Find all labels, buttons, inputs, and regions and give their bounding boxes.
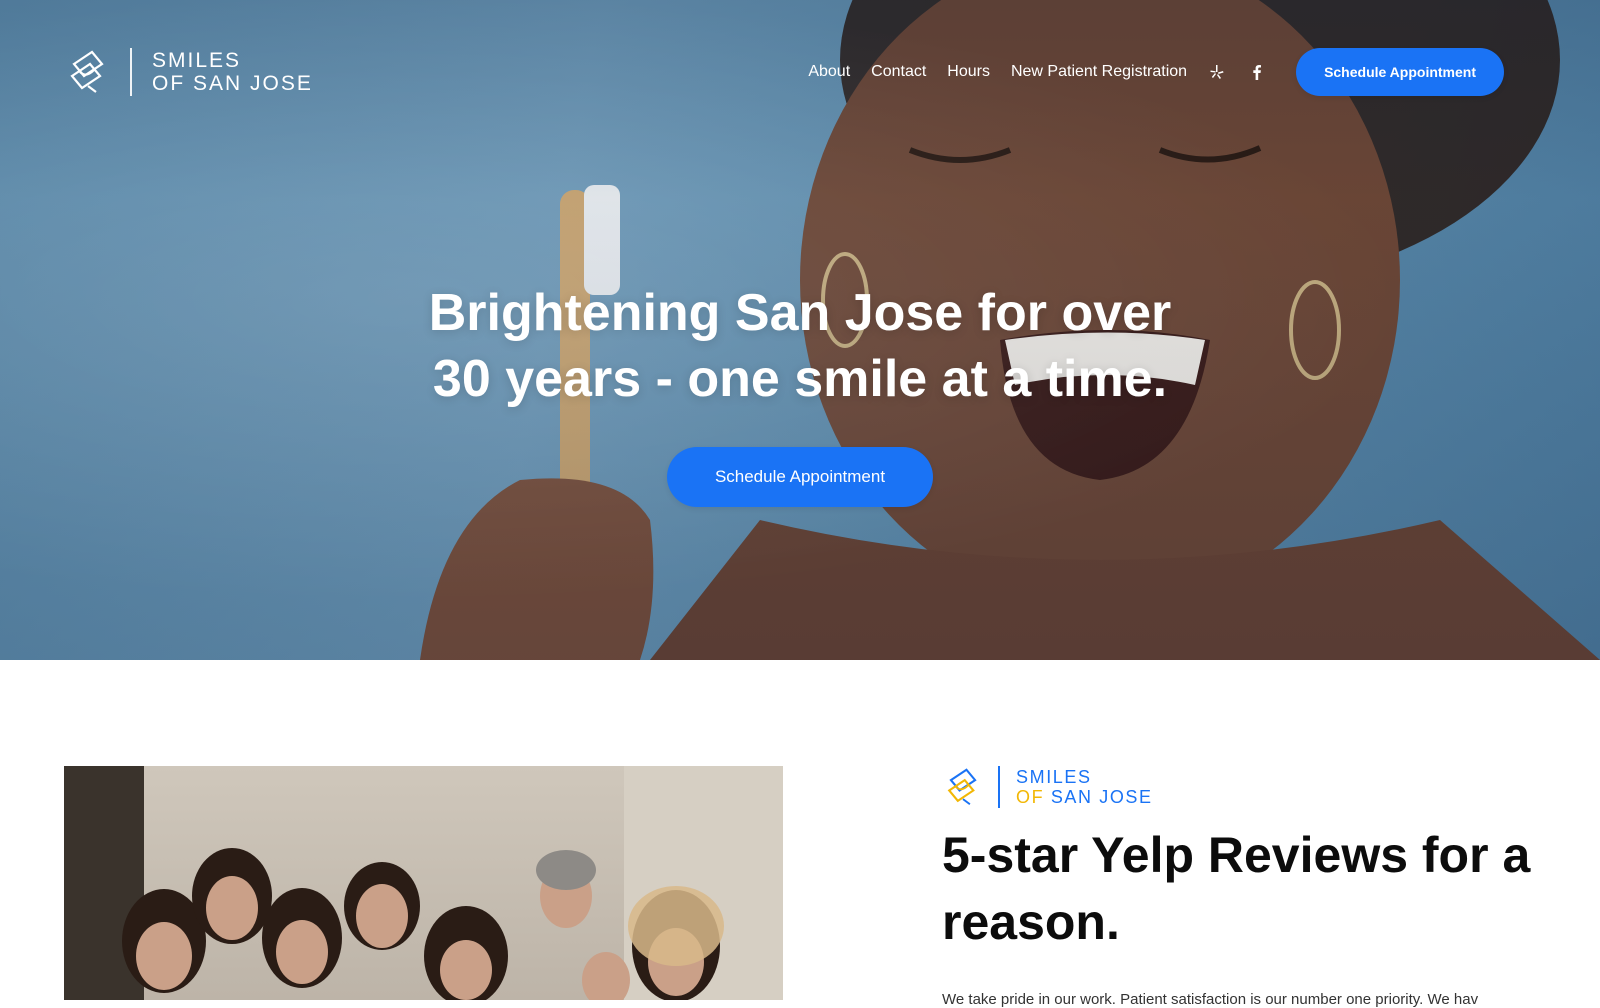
nav-link-hours[interactable]: Hours xyxy=(947,63,990,81)
smile-logo-icon-color xyxy=(947,768,977,806)
hero-title: Brightening San Jose for over 30 years -… xyxy=(0,280,1600,412)
logo-line2-rest: SAN JOSE xyxy=(1050,787,1153,807)
hero-title-line2: 30 years - one smile at a time. xyxy=(432,350,1168,408)
nav-schedule-appointment-button[interactable]: Schedule Appointment xyxy=(1296,48,1504,96)
logo-wordmark: SMILES OF SAN JOSE xyxy=(152,49,313,95)
hero-title-line1: Brightening San Jose for over xyxy=(428,284,1172,342)
team-photo-illustration xyxy=(64,766,783,1000)
logo-line1: SMILES xyxy=(152,49,242,72)
logo-line2-color: OF SAN JOSE xyxy=(1016,787,1153,807)
site-logo[interactable]: SMILES OF SAN JOSE xyxy=(66,46,313,98)
brand-logo-small: SMILES OF SAN JOSE xyxy=(944,764,1153,810)
hero-schedule-appointment-button[interactable]: Schedule Appointment xyxy=(667,447,933,507)
hero-section: SMILES OF SAN JOSE About Contact Hours N… xyxy=(0,0,1600,660)
logo-wordmark-color: SMILES OF SAN JOSE xyxy=(1016,767,1153,807)
section-title: 5-star Yelp Reviews for a reason. xyxy=(942,827,1531,950)
nav-link-new-patient-registration[interactable]: New Patient Registration xyxy=(1011,63,1187,81)
facebook-icon[interactable] xyxy=(1248,63,1266,81)
nav-link-contact[interactable]: Contact xyxy=(871,63,926,81)
smile-logo-icon xyxy=(70,50,104,93)
logo-line2-of: OF xyxy=(1016,787,1045,807)
team-photo xyxy=(64,766,783,1000)
logo-divider xyxy=(130,48,132,96)
logo-line2: OF SAN JOSE xyxy=(152,72,313,95)
main-nav: About Contact Hours New Patient Registra… xyxy=(808,48,1504,96)
logo-line1-color: SMILES xyxy=(1016,767,1092,787)
logo-divider-blue xyxy=(998,766,1000,808)
nav-link-about[interactable]: About xyxy=(808,63,850,81)
yelp-icon[interactable] xyxy=(1208,63,1226,81)
